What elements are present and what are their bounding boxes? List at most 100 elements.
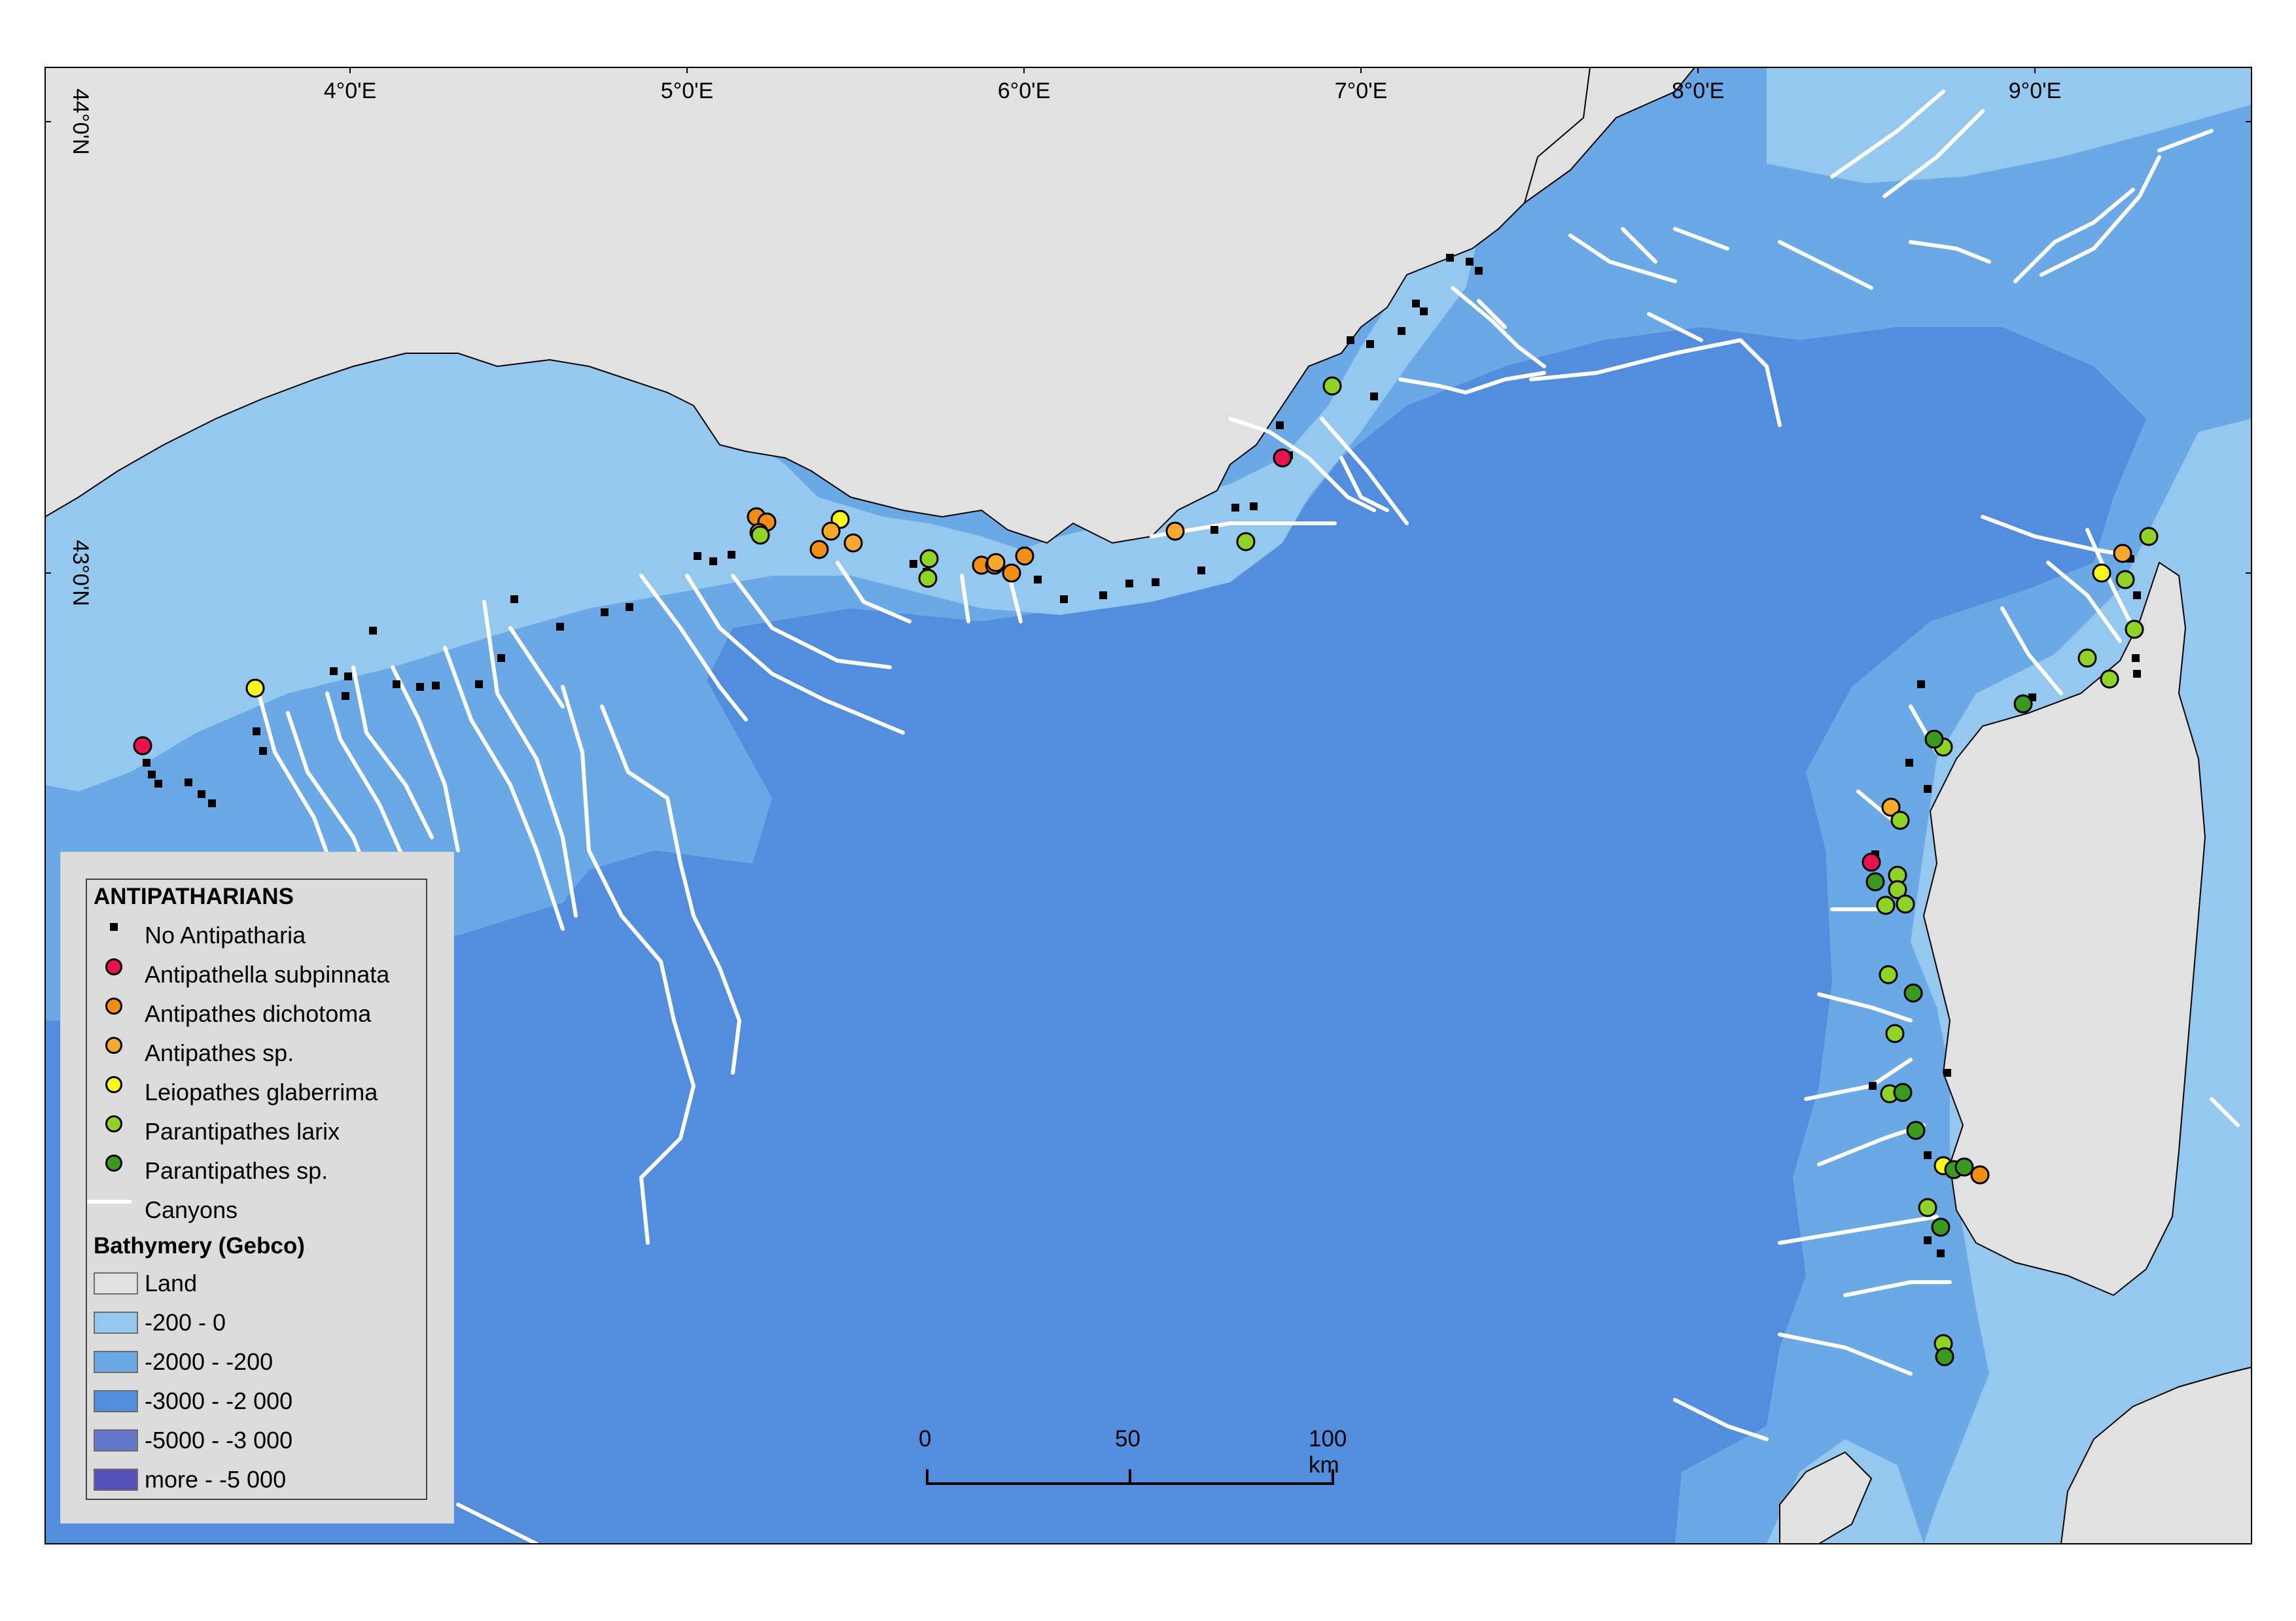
- leiopathes-glaberrima-point: [2092, 563, 2111, 583]
- survey-point: [2133, 670, 2141, 678]
- legend: ANTIPATHARIANS No Antipatharia Antipathe…: [60, 852, 454, 1524]
- survey-point: [416, 683, 424, 691]
- antipathes-dichotoma-point: [1015, 546, 1034, 566]
- parantipathes-sp-point: [1906, 1121, 1926, 1140]
- survey-point: [1197, 566, 1205, 574]
- legend-item: -2000 - -200: [87, 1342, 426, 1381]
- parantipathes-larix-point: [1896, 894, 1915, 914]
- legend-item: Antipathella subpinnata: [87, 954, 426, 994]
- parantipathes-larix-point: [919, 549, 939, 568]
- legend-item: -3000 - -2 000: [87, 1381, 426, 1420]
- legend-item: Parantipathes larix: [87, 1111, 426, 1151]
- antipathella-subpinnata-point: [133, 736, 152, 756]
- swatch-icon: [94, 1272, 138, 1295]
- legend-label: -3000 - -2 000: [145, 1387, 293, 1414]
- parantipathes-larix-point: [1918, 1198, 1937, 1217]
- survey-point: [1366, 340, 1374, 348]
- survey-point: [1250, 502, 1258, 510]
- antipathella-subpinnata-point: [1862, 852, 1881, 872]
- survey-point: [694, 552, 701, 560]
- antipathella-subpinnata-point: [1273, 448, 1292, 468]
- survey-point: [1420, 307, 1428, 315]
- parantipathes-larix-point: [1890, 811, 1910, 830]
- survey-point: [1937, 1249, 1945, 1257]
- legend-label: -200 - 0: [145, 1309, 226, 1336]
- antipathes-sp-point: [1165, 521, 1185, 541]
- survey-point: [198, 790, 205, 798]
- antipathes-sp-point: [986, 553, 1006, 572]
- legend-item: Leiopathes glaberrima: [87, 1072, 426, 1111]
- survey-point: [148, 771, 156, 778]
- parantipathes-sp-point: [1893, 1083, 1913, 1102]
- square-marker-icon: [110, 923, 118, 931]
- survey-point: [1276, 421, 1284, 429]
- swatch-icon: [94, 1429, 138, 1452]
- circle-marker-icon: [105, 1076, 122, 1093]
- antipathes-dichotoma-point: [809, 540, 829, 559]
- survey-point: [1210, 526, 1218, 534]
- survey-point: [1917, 680, 1925, 688]
- legend-label: Antipathes dichotoma: [145, 1000, 372, 1027]
- parantipathes-larix-point: [1879, 965, 1898, 985]
- lon-label: 7°0'E: [1335, 78, 1388, 103]
- parantipathes-larix-point: [1876, 896, 1896, 915]
- survey-point: [1905, 759, 1913, 767]
- legend-item: Canyons: [87, 1190, 426, 1229]
- parantipathes-sp-point: [1954, 1157, 1974, 1177]
- legend-item: more - -5 000: [87, 1459, 426, 1499]
- survey-point: [1924, 785, 1932, 793]
- survey-point: [259, 747, 267, 755]
- circle-marker-icon: [105, 1037, 122, 1054]
- circle-marker-icon: [105, 958, 122, 975]
- circle-marker-icon: [105, 1155, 122, 1172]
- parantipathes-larix-point: [1322, 376, 1342, 396]
- legend-item: Antipathes sp.: [87, 1033, 426, 1072]
- parantipathes-larix-point: [2139, 527, 2159, 546]
- survey-point: [154, 780, 162, 788]
- swatch-icon: [94, 1351, 138, 1373]
- parantipathes-sp-point: [1903, 983, 1923, 1003]
- survey-point: [253, 727, 260, 735]
- survey-point: [475, 680, 483, 688]
- survey-point: [2132, 654, 2140, 662]
- parantipathes-larix-point: [2125, 619, 2144, 639]
- legend-item: Antipathes dichotoma: [87, 994, 426, 1033]
- legend-label: Parantipathes sp.: [145, 1157, 328, 1184]
- legend-item: -200 - 0: [87, 1302, 426, 1342]
- legend-item: No Antipatharia: [87, 915, 426, 954]
- survey-point: [1034, 576, 1042, 584]
- legend-label: Antipathella subpinnata: [145, 961, 390, 988]
- survey-point: [626, 603, 633, 611]
- survey-point: [1412, 300, 1420, 307]
- survey-point: [1370, 392, 1378, 400]
- survey-point: [2133, 591, 2141, 599]
- parantipathes-larix-point: [2077, 648, 2097, 668]
- survey-point: [1466, 258, 1474, 266]
- survey-point: [185, 778, 192, 786]
- lat-label: 43°0'N: [68, 540, 93, 606]
- parantipathes-sp-point: [1931, 1217, 1951, 1237]
- survey-point: [1869, 1082, 1877, 1090]
- parantipathes-larix-point: [1236, 532, 1256, 551]
- survey-point: [1446, 254, 1454, 262]
- parantipathes-sp-point: [1935, 1347, 1954, 1367]
- antipathes-sp-point: [821, 521, 841, 541]
- legend-label: Canyons: [145, 1196, 238, 1223]
- legend-label: No Antipatharia: [145, 922, 306, 949]
- lon-label: 6°0'E: [998, 78, 1051, 103]
- lon-label: 8°0'E: [1672, 78, 1725, 103]
- legend-item: Parantipathes sp.: [87, 1151, 426, 1190]
- legend-box: ANTIPATHARIANS No Antipatharia Antipathe…: [86, 879, 427, 1500]
- survey-point: [1943, 1069, 1951, 1077]
- survey-point: [510, 595, 518, 603]
- survey-point: [342, 692, 349, 700]
- lon-label: 4°0'E: [324, 78, 377, 103]
- survey-point: [1475, 267, 1483, 275]
- survey-point: [1152, 578, 1159, 586]
- swatch-icon: [94, 1469, 138, 1491]
- lon-label: 9°0'E: [2009, 78, 2062, 103]
- antipathes-sp-point: [843, 533, 863, 553]
- antipathes-dichotoma-point: [1002, 563, 1021, 583]
- survey-point: [369, 627, 377, 635]
- survey-point: [1231, 504, 1239, 512]
